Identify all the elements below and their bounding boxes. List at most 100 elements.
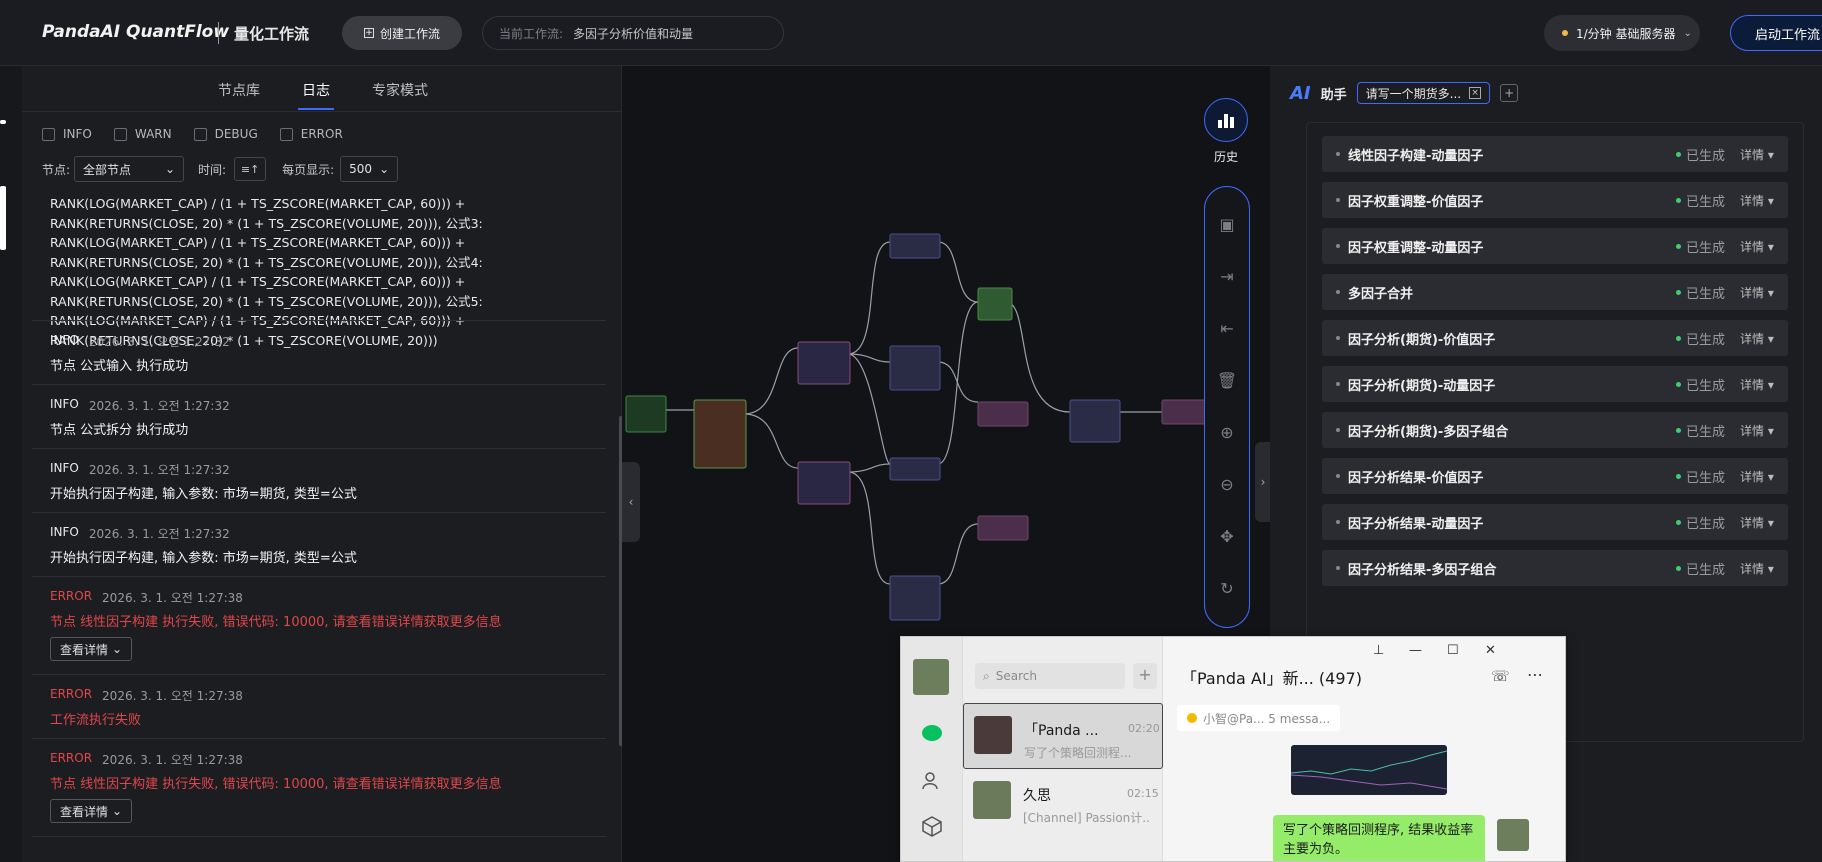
step-detail-toggle[interactable]: 详情 ▾ (1740, 376, 1774, 393)
step-status: 已生成 (1676, 375, 1725, 394)
log-time: 2026. 3. 1. 오전 1:27:32 (88, 335, 230, 349)
time-sort-button[interactable]: ≡↑ (234, 157, 267, 181)
history-button[interactable] (1204, 98, 1248, 142)
minimize-icon[interactable]: — (1409, 643, 1422, 658)
close-window-icon[interactable]: ✕ (1485, 643, 1496, 658)
tab-expert-mode[interactable]: 专家模式 (372, 80, 428, 100)
tab-log[interactable]: 日志 (302, 80, 330, 100)
step-detail-toggle[interactable]: 详情 ▾ (1740, 560, 1774, 577)
step-detail-toggle[interactable]: 详情 ▾ (1740, 468, 1774, 485)
graph-node (977, 515, 1029, 541)
maximize-icon[interactable]: ☐ (1447, 643, 1459, 658)
current-workflow-field[interactable]: 当前工作流: 多因子分析价值和动量 (482, 16, 784, 50)
status-dot-icon (1676, 565, 1681, 571)
import-icon[interactable]: ⇤ (1215, 316, 1239, 340)
add-session-button[interactable]: + (1500, 84, 1519, 102)
avatar[interactable] (913, 659, 949, 695)
rail-marker (0, 120, 6, 124)
log-entry-error: ERROR 2026. 3. 1. 오전 1:27:38 节点 线性因子构建 执行… (32, 738, 606, 836)
launch-workflow-button[interactable]: 启动工作流 (1730, 15, 1822, 51)
step-detail-toggle[interactable]: 详情 ▾ (1740, 192, 1774, 209)
view-details-button[interactable]: 查看详情 ⌄ (50, 637, 132, 661)
more-icon[interactable]: ⋯ (1527, 665, 1543, 684)
log-level: ERROR (50, 751, 93, 765)
brand-subtitle: 量化工作流 (234, 25, 310, 43)
tab-node-library[interactable]: 节点库 (218, 80, 260, 100)
view-details-button[interactable]: 查看详情 ⌄ (50, 799, 132, 823)
view-details-label: 查看详情 (59, 804, 108, 819)
page-size-select[interactable]: 500 ⌄ (340, 156, 399, 182)
collapse-right-panel-button[interactable]: › (1255, 442, 1271, 522)
step-detail-toggle[interactable]: 详情 ▾ (1740, 238, 1774, 255)
step-item[interactable]: 因子权重调整-动量因子 已生成 详情 ▾ (1322, 228, 1788, 264)
save-icon[interactable]: ▣ (1215, 212, 1239, 236)
filter-info[interactable]: INFO (42, 124, 92, 144)
chart-thumbnail[interactable] (1291, 745, 1447, 795)
log-panel: 节点库 日志 专家模式 INFO WARN DEBUG ERROR 节点: 全部… (22, 66, 623, 862)
graph-node (977, 401, 1029, 427)
step-item[interactable]: 因子分析(期货)-动量因子 已生成 详情 ▾ (1322, 366, 1788, 402)
step-item[interactable]: 多因子合并 已生成 详情 ▾ (1322, 274, 1788, 310)
panel-tabs: 节点库 日志 专家模式 (22, 66, 622, 112)
export-icon[interactable]: ⇥ (1215, 264, 1239, 288)
trash-icon[interactable]: 🗑 (1215, 368, 1239, 392)
conversation-item[interactable]: 「Panda ... 02:20 写了个策略回测程... (963, 703, 1163, 769)
assistant-session-tab[interactable]: 请写一个期货多... × (1356, 82, 1491, 104)
graph-node (889, 575, 941, 621)
chat-window: ⌕ Search + 「Panda ... 02:20 写了个策略回测程... … (900, 636, 1566, 862)
status-dot-icon (1676, 197, 1681, 203)
step-detail-toggle[interactable]: 详情 ▾ (1740, 146, 1774, 163)
conversation-item[interactable]: 久思 02:15 [Channel] Passion计... (963, 769, 1163, 835)
status-dot-icon (1676, 289, 1681, 295)
step-detail-toggle[interactable]: 详情 ▾ (1740, 330, 1774, 347)
create-workflow-button[interactable]: + 创建工作流 (342, 16, 462, 50)
step-item[interactable]: 线性因子构建-动量因子 已生成 详情 ▾ (1322, 136, 1788, 172)
rail-active-marker[interactable] (0, 186, 6, 250)
call-icon[interactable]: ☏ (1491, 667, 1510, 685)
pinned-notice[interactable]: 小智@Pa... 5 messa... (1177, 705, 1341, 731)
plus-icon: + (363, 28, 374, 38)
pin-icon[interactable]: ⊥ (1373, 643, 1384, 658)
step-detail-toggle[interactable]: 详情 ▾ (1740, 514, 1774, 531)
step-status: 已生成 (1676, 329, 1725, 348)
view-details-label: 查看详情 (59, 642, 108, 657)
contacts-icon[interactable] (919, 767, 945, 793)
step-item[interactable]: 因子分析结果-价值因子 已生成 详情 ▾ (1322, 458, 1788, 494)
step-item[interactable]: 因子分析结果-多因子组合 已生成 详情 ▾ (1322, 550, 1788, 586)
refresh-icon[interactable]: ↻ (1215, 576, 1239, 600)
step-name: 因子分析结果-动量因子 (1348, 516, 1484, 532)
step-item[interactable]: 因子分析(期货)-多因子组合 已生成 详情 ▾ (1322, 412, 1788, 448)
log-message: 开始执行因子构建, 输入参数: 市场=期货, 类型=公式 (50, 487, 357, 502)
filter-error[interactable]: ERROR (279, 124, 343, 144)
node-select[interactable]: 全部节点 ⌄ (74, 156, 185, 182)
step-status: 已生成 (1676, 191, 1725, 210)
step-item[interactable]: 因子权重调整-价值因子 已生成 详情 ▾ (1322, 182, 1788, 218)
graph-node (889, 233, 941, 259)
conversation-time: 02:15 (1127, 787, 1159, 800)
filter-debug[interactable]: DEBUG (193, 124, 258, 144)
graph-node (797, 461, 851, 505)
filter-warn[interactable]: WARN (113, 124, 172, 144)
log-entry: INFO 2026. 3. 1. 오전 1:27:32 开始执行因子构建, 输入参… (32, 512, 606, 576)
cube-icon[interactable] (919, 813, 945, 839)
graph-node (693, 399, 747, 469)
step-item[interactable]: 因子分析(期货)-价值因子 已生成 详情 ▾ (1322, 320, 1788, 356)
zoom-out-icon[interactable]: ⊖ (1215, 472, 1239, 496)
collapse-left-panel-button[interactable]: ‹ (622, 462, 640, 542)
log-message: 开始执行因子构建, 输入参数: 市场=期货, 类型=公式 (50, 551, 357, 566)
step-item[interactable]: 因子分析结果-动量因子 已生成 详情 ▾ (1322, 504, 1788, 540)
fit-view-icon[interactable]: ✥ (1215, 524, 1239, 548)
chat-icon[interactable] (919, 721, 945, 747)
close-icon[interactable]: × (1469, 87, 1482, 99)
log-message: 节点 公式拆分 执行成功 (50, 423, 189, 438)
graph-nodes (625, 233, 1213, 621)
server-select[interactable]: 1/分钟 基础服务器 ⌄ (1544, 15, 1700, 51)
step-detail-toggle[interactable]: 详情 ▾ (1740, 284, 1774, 301)
step-detail-toggle[interactable]: 详情 ▾ (1740, 422, 1774, 439)
add-chat-button[interactable]: + (1133, 663, 1157, 689)
chat-search-input[interactable]: ⌕ Search (975, 663, 1125, 689)
conversation-time: 02:20 (1128, 722, 1160, 735)
checkbox-icon (42, 127, 55, 141)
conversation-list: ⌕ Search + 「Panda ... 02:20 写了个策略回测程... … (963, 637, 1163, 861)
zoom-in-icon[interactable]: ⊕ (1215, 420, 1239, 444)
